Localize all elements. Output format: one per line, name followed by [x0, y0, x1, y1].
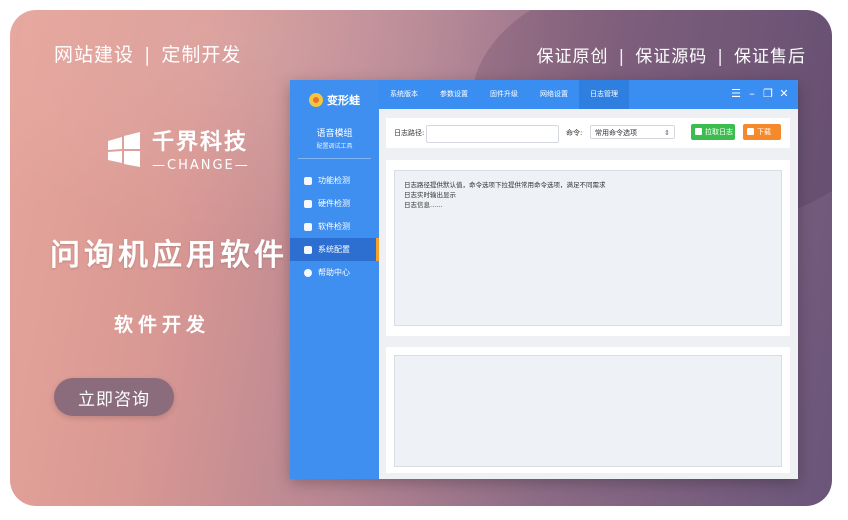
download-button[interactable]: 下载: [743, 124, 781, 140]
divider: |: [144, 44, 152, 66]
help-icon: [304, 268, 312, 277]
sidebar-item-label: 软件检测: [318, 222, 350, 231]
log-toolbar: 日志路径: 命令: 常用命令选项 ⇕ 拉取日志 下载: [386, 118, 790, 148]
app-logo: 变形蛙: [290, 80, 379, 120]
download-icon: [747, 128, 754, 135]
pull-log-button[interactable]: 拉取日志: [691, 124, 735, 140]
sidebar-item-software-test[interactable]: 软件检测: [290, 215, 379, 238]
guarantee-tag: 保证原创: [536, 47, 609, 67]
window-logo-icon: [108, 131, 140, 167]
minimize-icon[interactable]: –: [744, 87, 760, 101]
headline: 问询机应用软件: [50, 238, 288, 273]
company-logo: 千界科技 —CHANGE—: [106, 124, 250, 173]
tab-system-version[interactable]: 系统版本: [379, 80, 429, 109]
pull-log-icon: [695, 128, 702, 135]
chevron-updown-icon: ⇕: [664, 129, 670, 137]
service-tag: 定制开发: [161, 44, 242, 66]
tab-firmware-upgrade[interactable]: 固件升级: [479, 80, 529, 109]
log-panel: 日志路径提供默认值，命令选项下拉提供常用命令选项，满足不同需求 日志实时输出显示…: [386, 160, 790, 336]
subheadline: 软件开发: [114, 314, 211, 336]
frog-logo-icon: [309, 93, 323, 107]
top-tab-bar: 系统版本 参数设置 固件升级 网络设置 日志管理 ☰ – ❐ ✕: [379, 80, 798, 109]
menu-icon[interactable]: ☰: [728, 87, 744, 101]
window-controls: ☰ – ❐ ✕: [728, 87, 792, 101]
divider: |: [717, 47, 724, 67]
sidebar-item-hardware-test[interactable]: 硬件检测: [290, 192, 379, 215]
app-window: 变形蛙 语音模组 配置调试工具 功能检测 硬件检测 软件检测 系统配置 帮助中心…: [290, 80, 798, 479]
guarantee-tag: 保证源码: [635, 47, 708, 67]
brand-name: 千界科技: [152, 130, 249, 155]
gear-icon: [304, 245, 312, 254]
sidebar-item-system-config[interactable]: 系统配置: [290, 238, 379, 261]
tab-network-settings[interactable]: 网络设置: [529, 80, 579, 109]
sidebar-item-label: 帮助中心: [318, 268, 350, 277]
pull-log-label: 拉取日志: [705, 128, 733, 136]
tab-parameter-settings[interactable]: 参数设置: [429, 80, 479, 109]
sidebar-item-function-test[interactable]: 功能检测: [290, 169, 379, 192]
sidebar: 变形蛙 语音模组 配置调试工具 功能检测 硬件检测 软件检测 系统配置 帮助中心: [290, 80, 379, 479]
app-logo-text: 变形蛙: [327, 94, 360, 107]
software-icon: [304, 222, 312, 231]
guarantee-tag: 保证售后: [734, 47, 806, 67]
secondary-output[interactable]: [394, 355, 782, 467]
service-tags-right: 保证原创 | 保证源码 | 保证售后: [537, 42, 806, 67]
consult-button[interactable]: 立即咨询: [54, 378, 174, 416]
log-line: 日志路径提供默认值，命令选项下拉提供常用命令选项，满足不同需求: [404, 181, 606, 189]
service-tag: 网站建设: [54, 44, 135, 66]
sidebar-item-label: 硬件检测: [318, 199, 350, 208]
sidebar-item-label: 功能检测: [318, 176, 350, 185]
log-line: 日志实时输出显示: [404, 191, 456, 199]
download-label: 下载: [757, 128, 771, 136]
close-icon[interactable]: ✕: [776, 87, 792, 101]
command-select[interactable]: 常用命令选项 ⇕: [590, 125, 675, 139]
module-subtitle: 配置调试工具: [316, 143, 353, 150]
command-select-value: 常用命令选项: [595, 129, 637, 137]
hardware-icon: [304, 199, 312, 208]
log-output[interactable]: 日志路径提供默认值，命令选项下拉提供常用命令选项，满足不同需求 日志实时输出显示…: [394, 170, 782, 326]
module-title: 语音模组: [316, 129, 353, 139]
command-label: 命令:: [566, 129, 583, 137]
cube-icon: [304, 176, 312, 185]
secondary-panel: [386, 347, 790, 473]
divider: |: [618, 47, 626, 67]
log-path-label: 日志路径:: [394, 129, 425, 137]
service-tags-left: 网站建设 | 定制开发: [54, 40, 241, 67]
tab-log-management[interactable]: 日志管理: [579, 80, 629, 109]
module-info: 语音模组 配置调试工具: [290, 120, 379, 150]
sidebar-item-help[interactable]: 帮助中心: [290, 261, 379, 284]
sidebar-item-label: 系统配置: [318, 245, 350, 254]
log-line: 日志信息......: [404, 201, 443, 209]
log-path-input[interactable]: [426, 125, 559, 143]
restore-icon[interactable]: ❐: [760, 87, 776, 101]
sidebar-divider: [298, 158, 371, 159]
brand-english: —CHANGE—: [152, 158, 250, 173]
